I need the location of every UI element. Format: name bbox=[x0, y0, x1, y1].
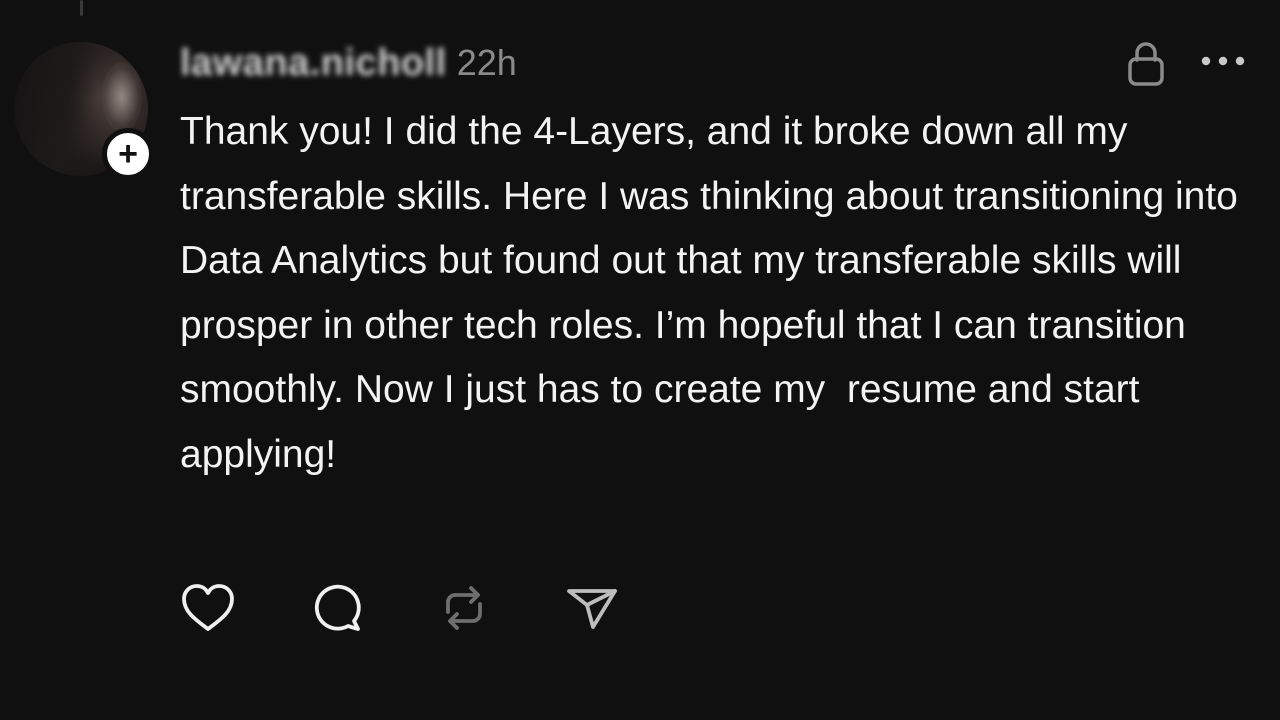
username[interactable]: lawana.nicholl bbox=[180, 42, 447, 85]
heart-icon bbox=[182, 584, 234, 631]
thread-connector-line bbox=[80, 0, 83, 16]
post-timestamp: 22h bbox=[456, 42, 517, 83]
avatar-highlight bbox=[102, 62, 142, 132]
post-header: lawana.nicholl 22h bbox=[180, 38, 517, 88]
like-button[interactable] bbox=[178, 578, 238, 638]
send-icon bbox=[567, 589, 617, 629]
share-button[interactable] bbox=[562, 578, 622, 638]
repost-button[interactable] bbox=[434, 578, 494, 638]
reply-button[interactable] bbox=[306, 578, 366, 638]
more-icon[interactable] bbox=[1198, 48, 1248, 74]
plus-icon: + bbox=[118, 135, 138, 173]
action-bar bbox=[178, 578, 690, 638]
repost-icon bbox=[446, 586, 482, 630]
follow-button[interactable]: + bbox=[102, 128, 154, 180]
lock-icon bbox=[1128, 42, 1164, 86]
comment-icon bbox=[314, 584, 361, 631]
post-text: Thank you! I did the 4-Layers, and it br… bbox=[180, 110, 1249, 476]
thread-post: + lawana.nicholl 22h Thank you! I did th… bbox=[0, 0, 1280, 720]
